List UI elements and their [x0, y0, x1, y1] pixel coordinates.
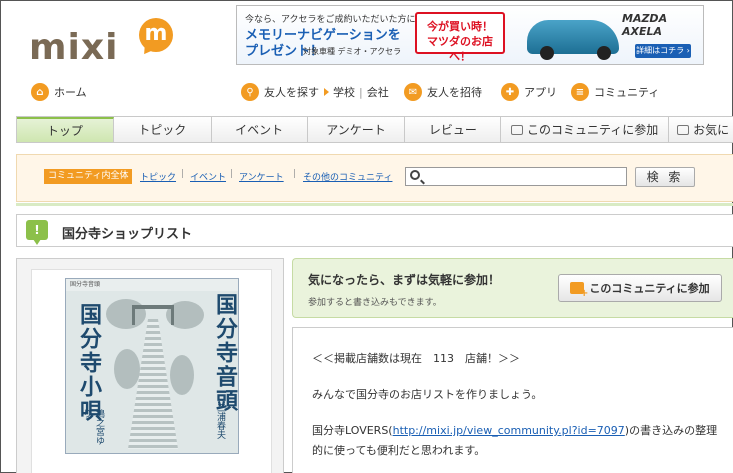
ad-detail-button[interactable]: 詳細はコチラ ›	[635, 44, 691, 58]
community-description: ＜＜掲載店舗数は現在 113 店舗！＞＞ みんなで国分寺のお店リストを作りましょ…	[292, 327, 733, 473]
subnav-link-event[interactable]: イベント	[190, 170, 226, 183]
subnav-link-enquete[interactable]: アンケート	[239, 170, 284, 183]
wheel-icon	[597, 46, 611, 60]
favorite-icon	[677, 124, 690, 135]
exclamation-bubble-icon: !	[26, 220, 48, 245]
ad-banner[interactable]: 今なら、アクセラをご成約いただいた方に メモリーナビゲーションを プレゼント！ …	[236, 5, 704, 65]
community-link[interactable]: http://mixi.jp/view_community.pl?id=7097	[393, 424, 625, 437]
ad-callout: 今が買い時！ マツダのお店へ！	[415, 12, 505, 63]
join-heading: 気になったら、まずは気軽に参加！	[308, 273, 501, 287]
mixi-logo[interactable]: mixi m	[29, 15, 189, 68]
community-image[interactable]: 国分寺音頭 国分寺音頭 国分寺小唄 三浦春夫 鳩之宮ゆり	[31, 269, 272, 473]
puzzle-icon: ✚	[501, 83, 519, 101]
description-line: みんなで国分寺のお店リストを作りましょう。	[312, 388, 543, 401]
search-icon	[410, 170, 420, 180]
tab-enquete[interactable]: アンケート	[308, 117, 406, 142]
search-scope-select[interactable]: コミュニティ内全体	[44, 169, 133, 184]
ad-note: 対象車種 デミオ・アクセラ	[303, 47, 402, 56]
search-button[interactable]: 検 索	[635, 167, 695, 187]
nav-company[interactable]: 会社	[367, 84, 389, 100]
community-tabs: トップ トピック イベント アンケート レビュー このコミュニティに参加 お気に	[16, 116, 733, 143]
join-community-button[interactable]: このコミュニティに参加	[558, 274, 722, 302]
nav-apps[interactable]: ✚ アプリ	[501, 82, 557, 102]
nav-school[interactable]: 学校	[333, 84, 355, 100]
join-prompt: 気になったら、まずは気軽に参加！ 参加すると書き込みもできます。 このコミュニテ…	[292, 258, 733, 318]
nav-invite[interactable]: ✉ 友人を招待	[404, 82, 482, 102]
search-icon: ⚲	[241, 83, 259, 101]
description-line: 的に使っても便利だと思われます。	[312, 444, 486, 457]
nav-find-friends[interactable]: ⚲ 友人を探す 学校 | 会社	[241, 82, 389, 102]
ad-brand: MAZDA AXELA	[622, 12, 668, 38]
logo-wordmark: mixi	[29, 27, 119, 68]
record-cover-image: 国分寺音頭 国分寺音頭 国分寺小唄 三浦春夫 鳩之宮ゆり	[65, 278, 239, 454]
tab-favorite[interactable]: お気に	[669, 117, 733, 142]
mail-icon: ✉	[404, 83, 422, 101]
wheel-icon	[540, 46, 554, 60]
search-input[interactable]	[405, 167, 627, 186]
subnav-link-other-communities[interactable]: その他のコミュニティ	[303, 170, 392, 183]
nav-home[interactable]: ⌂ ホーム	[31, 82, 87, 102]
logo-bubble-icon: m	[139, 18, 173, 52]
tab-top[interactable]: トップ	[17, 117, 114, 142]
page-header: ! 国分寺ショップリスト	[16, 214, 733, 247]
description-line: ＜＜掲載店舗数は現在 113 店舗！＞＞	[312, 352, 520, 365]
subnav-link-topic[interactable]: トピック	[140, 170, 176, 183]
tab-topic[interactable]: トピック	[114, 117, 212, 142]
divider	[16, 203, 733, 206]
tab-join-community[interactable]: このコミュニティに参加	[501, 117, 670, 142]
community-subnav: コミュニティ内全体 トピック | イベント | アンケート | その他のコミュニ…	[16, 154, 733, 202]
community-image-panel: 国分寺音頭 国分寺音頭 国分寺小唄 三浦春夫 鳩之宮ゆり	[16, 258, 284, 473]
tab-event[interactable]: イベント	[212, 117, 308, 142]
description-line: 国分寺LOVERS(http://mixi.jp/view_community.…	[312, 424, 718, 437]
speech-bubble-icon	[511, 124, 524, 135]
add-community-icon	[570, 282, 588, 299]
nav-community[interactable]: ≡ コミュニティ	[571, 82, 659, 102]
triangle-right-icon	[324, 88, 329, 96]
join-subtext: 参加すると書き込みもできます。	[308, 298, 442, 308]
page-title: 国分寺ショップリスト	[62, 227, 193, 242]
tab-review[interactable]: レビュー	[405, 117, 502, 142]
home-icon: ⌂	[31, 83, 49, 101]
speech-bubble-icon: ≡	[571, 83, 589, 101]
